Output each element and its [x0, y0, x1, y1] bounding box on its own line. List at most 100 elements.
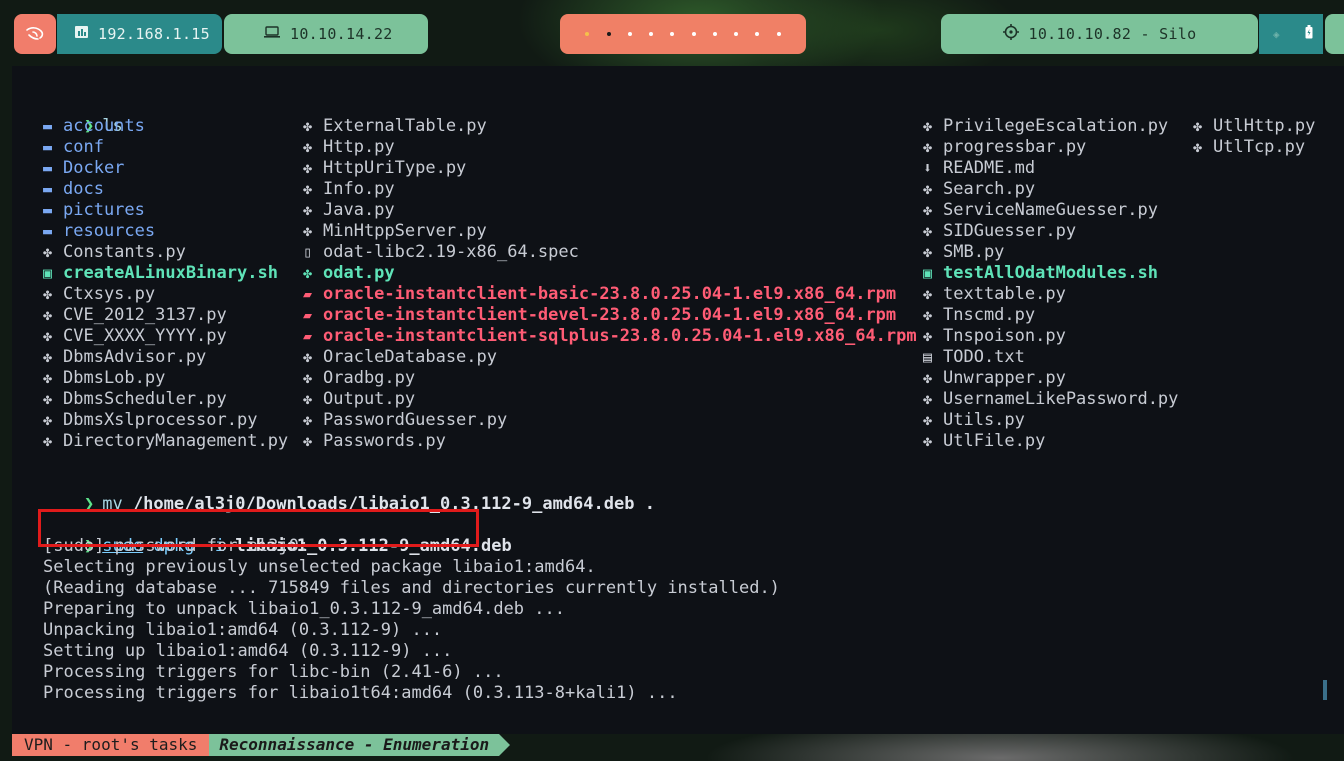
ls-entry: ✤ HttpUriType.py	[303, 158, 917, 179]
ls-entry-name: resources	[63, 221, 156, 241]
scroll-indicator[interactable]	[1323, 680, 1327, 700]
ls-entry: ⬇ README.md	[923, 158, 1178, 179]
ls-entry: ✤ Oradbg.py	[303, 368, 917, 389]
kali-dragon-icon	[26, 27, 44, 40]
tmux-status-bar: VPN - root's tasks Reconnaissance - Enum…	[12, 734, 511, 756]
python-icon: ✤	[303, 432, 313, 450]
folder-icon: ▬	[43, 180, 53, 198]
ls-entry-name: Oradbg.py	[323, 368, 416, 388]
output-line: Setting up libaio1:amd64 (0.3.112-9) ...	[43, 641, 453, 661]
status-arrow	[499, 734, 511, 756]
ls-entry-name: Utils.py	[943, 410, 1025, 430]
workspace-dot-7[interactable]	[712, 32, 717, 36]
ls-entry: ✤ odat.py	[303, 263, 917, 284]
ls-entry-name: TODO.txt	[943, 347, 1025, 367]
python-icon: ✤	[303, 390, 313, 408]
workspace-dot-10[interactable]	[776, 32, 781, 36]
ls-entry-name: Search.py	[943, 179, 1036, 199]
ls-entry-name: pictures	[63, 200, 145, 220]
lan-ip-widget[interactable]: 192.168.1.15	[57, 14, 222, 54]
command-arg-dot: .	[644, 494, 655, 514]
ls-entry: ✤ Passwords.py	[303, 431, 917, 452]
ls-entry-name: Docker	[63, 158, 125, 178]
battery-icon	[1305, 25, 1313, 43]
python-icon: ✤	[43, 327, 53, 345]
ls-entry-name: Info.py	[323, 179, 395, 199]
ls-entry-name: DbmsLob.py	[63, 368, 166, 388]
ls-entry: ✤ Constants.py	[43, 242, 288, 263]
python-icon: ✤	[923, 117, 933, 135]
panel-extra-widget[interactable]	[1325, 14, 1344, 54]
ls-entry-name: conf	[63, 137, 104, 157]
ls-entry-name: Java.py	[323, 200, 395, 220]
workspace-dot-1[interactable]	[585, 32, 590, 36]
workspace-dot-3[interactable]	[627, 32, 632, 36]
ls-entry-name: Constants.py	[63, 242, 186, 262]
ls-entry-name: SIDGuesser.py	[943, 221, 1077, 241]
battery-widget[interactable]	[1294, 14, 1323, 54]
workspace-dot-9[interactable]	[755, 32, 760, 36]
workspace-switcher[interactable]	[560, 14, 806, 54]
workspace-dot-6[interactable]	[691, 32, 696, 36]
ls-entry: ✤ DbmsScheduler.py	[43, 389, 288, 410]
ls-entry-name: createALinuxBinary.sh	[63, 263, 278, 283]
ls-entry-name: ExternalTable.py	[323, 116, 487, 136]
python-icon: ✤	[923, 243, 933, 261]
ls-entry: ▰ oracle-instantclient-sqlplus-23.8.0.25.…	[303, 326, 917, 347]
ls-entry: ▬ accounts	[43, 116, 288, 137]
workspace-dot-8[interactable]	[734, 32, 739, 36]
ls-entry: ✤ UtlFile.py	[923, 431, 1178, 452]
output-line: Processing triggers for libaio1t64:amd64…	[43, 683, 678, 703]
ls-entry-name: MinHtppServer.py	[323, 221, 487, 241]
ls-entry: ✤ Tnscmd.py	[923, 305, 1178, 326]
ls-entry-name: Tnscmd.py	[943, 305, 1036, 325]
ls-column: ✤ UtlHttp.py ✤ UtlTcp.py	[1193, 116, 1315, 158]
crosshair-icon	[1002, 24, 1019, 44]
image-folder-icon: ▬	[43, 201, 53, 219]
target-text: 10.10.10.82 - Silo	[1028, 25, 1197, 43]
ls-entry-name: CVE_2012_3137.py	[63, 305, 227, 325]
ls-entry-name: UtlHttp.py	[1213, 116, 1316, 136]
target-widget[interactable]: 10.10.10.82 - Silo	[941, 14, 1258, 54]
python-icon: ✤	[303, 222, 313, 240]
ls-entry-name: odat-libc2.19-x86_64.spec	[323, 242, 579, 262]
ls-entry: ✤ OracleDatabase.py	[303, 347, 917, 368]
python-icon: ✤	[303, 117, 313, 135]
mv-command-line: ❯ mv /home/al3j0/Downloads/libaio1_0.3.11…	[43, 473, 655, 514]
ls-entry: ✤ CVE_2012_3137.py	[43, 305, 288, 326]
terminal-window[interactable]: ❯ ls ▬ accounts ▬ conf ▬ Docker ▬ docs ▬ pictures ▬…	[12, 66, 1344, 734]
python-icon: ✤	[1193, 138, 1203, 156]
window-name[interactable]: Reconnaissance - Enumeration	[209, 734, 500, 756]
python-icon: ✤	[923, 180, 933, 198]
python-icon: ✤	[43, 390, 53, 408]
ls-entry: ✤ Search.py	[923, 179, 1178, 200]
ls-entry: ▬ resources	[43, 221, 288, 242]
ls-entry-name: HttpUriType.py	[323, 158, 467, 178]
workspace-dot-2[interactable]	[606, 32, 611, 36]
ls-entry: ✤ Tnspoison.py	[923, 326, 1178, 347]
workspace-dot-4[interactable]	[649, 32, 654, 36]
text-file-icon: ▤	[923, 348, 933, 366]
folder-icon: ▬	[43, 159, 53, 177]
ls-entry: ✤ Http.py	[303, 137, 917, 158]
ls-entry-name: oracle-instantclient-sqlplus-23.8.0.25.0…	[323, 326, 917, 346]
network-icon	[75, 26, 88, 42]
kali-menu-button[interactable]	[14, 14, 56, 54]
ls-entry: ✤ MinHtppServer.py	[303, 221, 917, 242]
ls-entry: ▰ oracle-instantclient-basic-23.8.0.25.04…	[303, 284, 917, 305]
ls-entry-name: PasswordGuesser.py	[323, 410, 508, 430]
folder-icon: ▬	[43, 117, 53, 135]
ls-entry: ✤ PasswordGuesser.py	[303, 410, 917, 431]
ls-entry-name: oracle-instantclient-devel-23.8.0.25.04-…	[323, 305, 897, 325]
ls-entry-name: UtlTcp.py	[1213, 137, 1306, 157]
python-icon: ✤	[923, 411, 933, 429]
ls-entry-name: UsernameLikePassword.py	[943, 389, 1179, 409]
vpn-ip-widget[interactable]: 10.10.14.22	[224, 14, 428, 54]
ls-command-line: ❯ ls	[43, 95, 123, 136]
cpu-widget[interactable]: ◈	[1259, 14, 1294, 54]
ls-entry-name: PrivilegeEscalation.py	[943, 116, 1169, 136]
workspace-dot-5[interactable]	[670, 32, 675, 36]
package-icon: ▰	[303, 306, 313, 324]
session-name[interactable]: VPN - root's tasks	[12, 734, 210, 756]
python-icon: ✤	[923, 306, 933, 324]
